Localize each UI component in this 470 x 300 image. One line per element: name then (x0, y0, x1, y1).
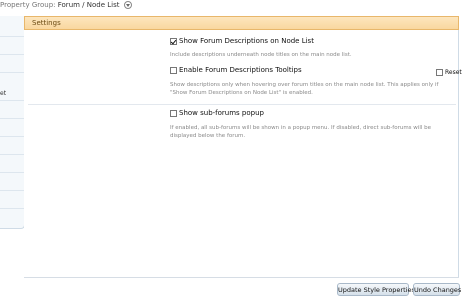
sidebar-item-label[interactable]: et (0, 90, 6, 97)
option-label[interactable]: Show Forum Descriptions on Node List (179, 37, 314, 45)
option-description: If enabled, all sub-forums will be shown… (170, 125, 432, 139)
panel-title: Settings (32, 19, 61, 27)
sidebar-divider (0, 54, 24, 55)
update-style-properties-button[interactable]: Update Style Properties (337, 283, 415, 296)
breadcrumb: Property Group: Forum / Node List (0, 1, 132, 9)
show-forum-descriptions-checkbox[interactable] (170, 38, 177, 45)
enable-tooltips-checkbox[interactable] (170, 67, 177, 74)
sidebar-divider (0, 190, 24, 191)
footer-divider (24, 277, 459, 278)
sidebar-divider (0, 154, 24, 155)
sidebar-divider (0, 172, 24, 173)
sidebar-divider (0, 208, 24, 209)
panel-header: Settings (24, 16, 459, 30)
sidebar-divider (0, 72, 24, 73)
sidebar-divider (0, 136, 24, 137)
option-description: Show descriptions only when hovering ove… (170, 82, 439, 96)
option-description: Include descriptions underneath node tit… (170, 52, 352, 58)
breadcrumb-prefix: Property Group: (0, 1, 56, 9)
top-bar: Property Group: Forum / Node List (0, 0, 470, 12)
undo-changes-button[interactable]: Undo Changes (413, 283, 461, 296)
sidebar-divider (0, 36, 24, 37)
breadcrumb-current[interactable]: Forum / Node List (58, 1, 120, 9)
reset-checkbox[interactable] (436, 69, 443, 76)
option-divider (28, 104, 456, 105)
sidebar-divider (0, 118, 24, 119)
sidebar-divider (0, 100, 24, 101)
option-label[interactable]: Enable Forum Descriptions Tooltips (179, 66, 302, 74)
reset-label[interactable]: Reset (445, 69, 462, 76)
subforums-popup-checkbox[interactable] (170, 110, 177, 117)
sidebar: et (0, 16, 25, 229)
chevron-down-icon[interactable] (123, 1, 132, 9)
option-label[interactable]: Show sub-forums popup (179, 109, 264, 117)
